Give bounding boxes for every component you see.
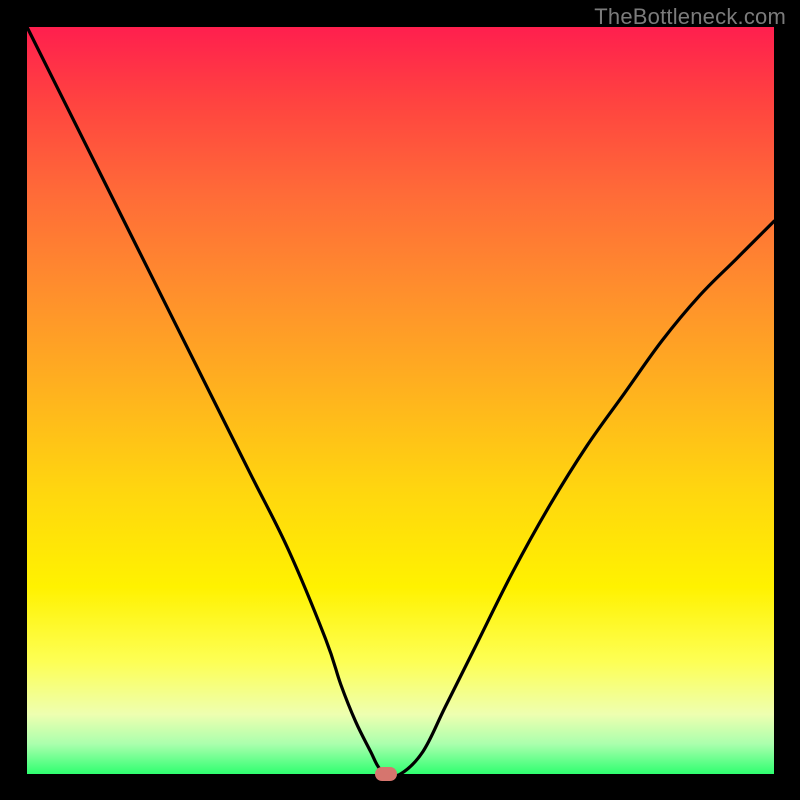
min-marker <box>375 767 397 781</box>
chart-frame: TheBottleneck.com <box>0 0 800 800</box>
curve-svg <box>27 27 774 774</box>
curve-line <box>27 27 774 776</box>
plot-area <box>27 27 774 774</box>
